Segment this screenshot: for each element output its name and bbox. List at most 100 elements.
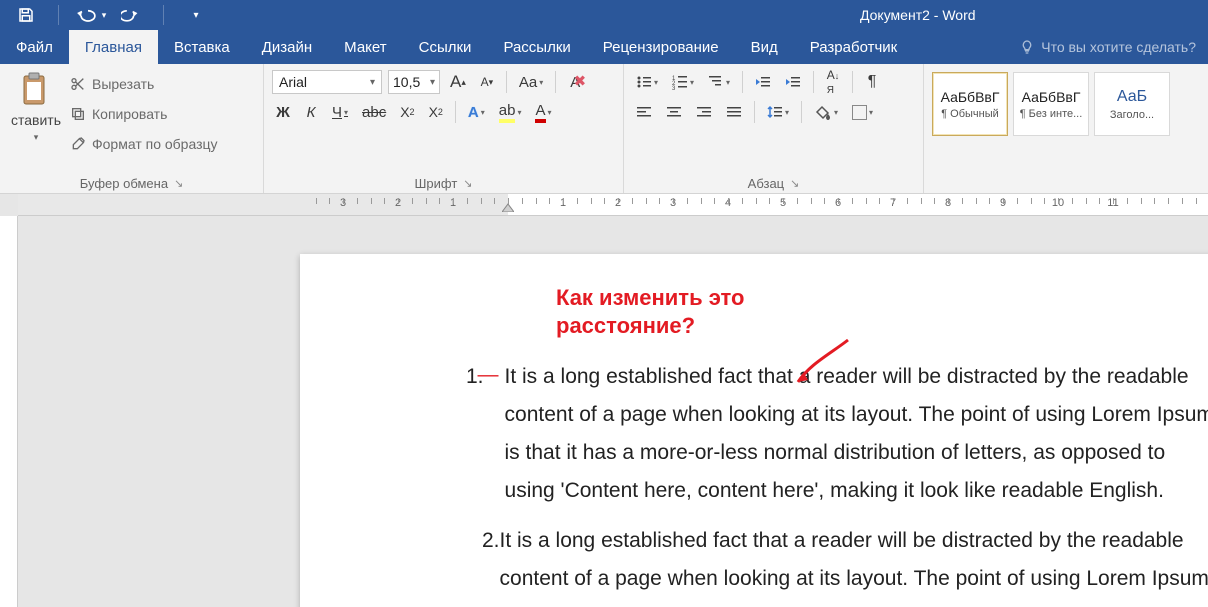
save-icon[interactable]	[8, 1, 44, 29]
spacing-marker: —	[478, 356, 499, 508]
separator	[742, 71, 743, 93]
group-clipboard: ставить ▾ Вырезать Копировать Формат по …	[0, 64, 264, 193]
group-label-font: Шрифт ↘	[272, 173, 615, 191]
tab-label: Рецензирование	[603, 39, 719, 56]
format-painter-button[interactable]: Формат по образцу	[70, 132, 218, 156]
text-effects-button[interactable]: A▾	[464, 100, 489, 124]
copy-label: Копировать	[92, 106, 167, 122]
increase-indent-button[interactable]	[781, 70, 805, 94]
tab-home[interactable]: Главная	[69, 30, 158, 64]
tab-mailings[interactable]: Рассылки	[487, 30, 586, 64]
group-paragraph: ▾ 123▾ ▾ A↓Я ¶ ▾ ▾ ▾	[624, 64, 924, 193]
borders-button[interactable]: ▾	[848, 100, 877, 124]
tab-view[interactable]: Вид	[735, 30, 794, 64]
cut-button[interactable]: Вырезать	[70, 72, 218, 96]
list-text: It is a long established fact that a rea…	[500, 522, 1208, 607]
shading-button[interactable]: ▾	[810, 100, 842, 124]
align-left-button[interactable]	[632, 100, 656, 124]
tab-review[interactable]: Рецензирование	[587, 30, 735, 64]
list-item-2: 2. It is a long established fact that a …	[512, 522, 1208, 607]
tell-me-placeholder: Что вы хотите сделать?	[1041, 39, 1196, 55]
qat-separator	[163, 5, 164, 25]
tab-label: Дизайн	[262, 39, 312, 56]
quick-access-toolbar: ▾ ▾	[0, 1, 214, 29]
tab-label: Разработчик	[810, 39, 897, 56]
style-heading1[interactable]: АаБ Заголо...	[1094, 72, 1170, 136]
tab-label: Ссылки	[419, 39, 472, 56]
align-center-button[interactable]	[662, 100, 686, 124]
grow-font-button[interactable]: A▴	[446, 70, 470, 94]
tab-label: Вставка	[174, 39, 230, 56]
format-painter-label: Формат по образцу	[92, 136, 218, 152]
paint-bucket-icon	[814, 104, 832, 120]
list-number: 2.	[476, 522, 500, 607]
tab-layout[interactable]: Макет	[328, 30, 402, 64]
separator	[852, 71, 853, 93]
tab-design[interactable]: Дизайн	[246, 30, 328, 64]
copy-icon	[70, 106, 86, 122]
font-size-value: 10,5	[393, 74, 420, 90]
tab-file[interactable]: Файл	[0, 30, 69, 64]
bullets-button[interactable]: ▾	[632, 70, 662, 94]
align-right-button[interactable]	[692, 100, 716, 124]
group-styles: АаБбВвГ ¶ Обычный АаБбВвГ ¶ Без инте... …	[924, 64, 1208, 193]
dialog-launcher-icon[interactable]: ↘	[174, 177, 183, 190]
tab-developer[interactable]: Разработчик	[794, 30, 913, 64]
tab-insert[interactable]: Вставка	[158, 30, 246, 64]
chevron-down-icon: ▾	[370, 77, 375, 88]
vertical-ruler[interactable]	[0, 216, 18, 607]
redo-button[interactable]	[113, 1, 149, 29]
dialog-launcher-icon[interactable]: ↘	[790, 177, 799, 190]
clipboard-icon	[20, 72, 52, 108]
group-label-paragraph: Абзац ↘	[632, 173, 915, 191]
multilevel-list-button[interactable]: ▾	[704, 70, 734, 94]
dialog-launcher-icon[interactable]: ↘	[463, 177, 472, 190]
font-size-combo[interactable]: 10,5 ▾	[388, 70, 440, 94]
border-icon	[852, 105, 867, 120]
title-bar: ▾ ▾ Документ2 - Word	[0, 0, 1208, 30]
separator	[555, 71, 556, 93]
separator	[813, 71, 814, 93]
underline-button[interactable]: Ч▾	[328, 100, 352, 124]
ribbon-tabs: Файл Главная Вставка Дизайн Макет Ссылки…	[0, 30, 1208, 64]
copy-button[interactable]: Копировать	[70, 102, 218, 126]
tab-label: Главная	[85, 39, 142, 56]
line-spacing-button[interactable]: ▾	[763, 100, 793, 124]
ribbon: ставить ▾ Вырезать Копировать Формат по …	[0, 64, 1208, 194]
annotation-arrow	[790, 334, 860, 397]
style-normal[interactable]: АаБбВвГ ¶ Обычный	[932, 72, 1008, 136]
scissors-icon	[70, 76, 86, 92]
qat-customize-button[interactable]: ▾	[178, 1, 214, 29]
document-page[interactable]: Как изменить это расстояние? 1. — It is …	[300, 254, 1208, 607]
window-title: Документ2 - Word	[860, 0, 976, 30]
strikethrough-button[interactable]: abc	[358, 100, 390, 124]
sort-button[interactable]: A↓Я	[822, 70, 844, 94]
font-name-combo[interactable]: Arial ▾	[272, 70, 382, 94]
superscript-button[interactable]: X2	[425, 100, 447, 124]
subscript-button[interactable]: X2	[396, 100, 418, 124]
paste-label: ставить	[11, 112, 61, 128]
horizontal-ruler[interactable]: 3211234567891011	[18, 194, 1208, 216]
numbering-button[interactable]: 123▾	[668, 70, 698, 94]
tab-label: Макет	[344, 39, 386, 56]
tab-references[interactable]: Ссылки	[403, 30, 488, 64]
undo-button[interactable]: ▾	[73, 1, 109, 29]
shrink-font-button[interactable]: A▾	[476, 70, 498, 94]
style-no-spacing[interactable]: АаБбВвГ ¶ Без инте...	[1013, 72, 1089, 136]
tell-me-box[interactable]: Что вы хотите сделать?	[1007, 30, 1208, 64]
group-font: Arial ▾ 10,5 ▾ A▴ A▾ Aa▾ A✖ Ж К Ч▾	[264, 64, 624, 193]
show-marks-button[interactable]: ¶	[861, 70, 883, 94]
separator	[506, 71, 507, 93]
decrease-indent-button[interactable]	[751, 70, 775, 94]
justify-button[interactable]	[722, 100, 746, 124]
document-area: 3211234567891011 Как изменить это рассто…	[0, 194, 1208, 607]
cut-label: Вырезать	[92, 76, 154, 92]
paste-button[interactable]: ставить ▾	[8, 70, 64, 145]
document-content: Как изменить это расстояние? 1. — It is …	[300, 284, 1208, 607]
highlight-button[interactable]: ab▾	[495, 100, 526, 124]
font-color-button[interactable]: A▾	[531, 100, 555, 124]
italic-button[interactable]: К	[300, 100, 322, 124]
change-case-button[interactable]: Aa▾	[515, 70, 547, 94]
clear-formatting-button[interactable]: A✖	[564, 70, 586, 94]
bold-button[interactable]: Ж	[272, 100, 294, 124]
